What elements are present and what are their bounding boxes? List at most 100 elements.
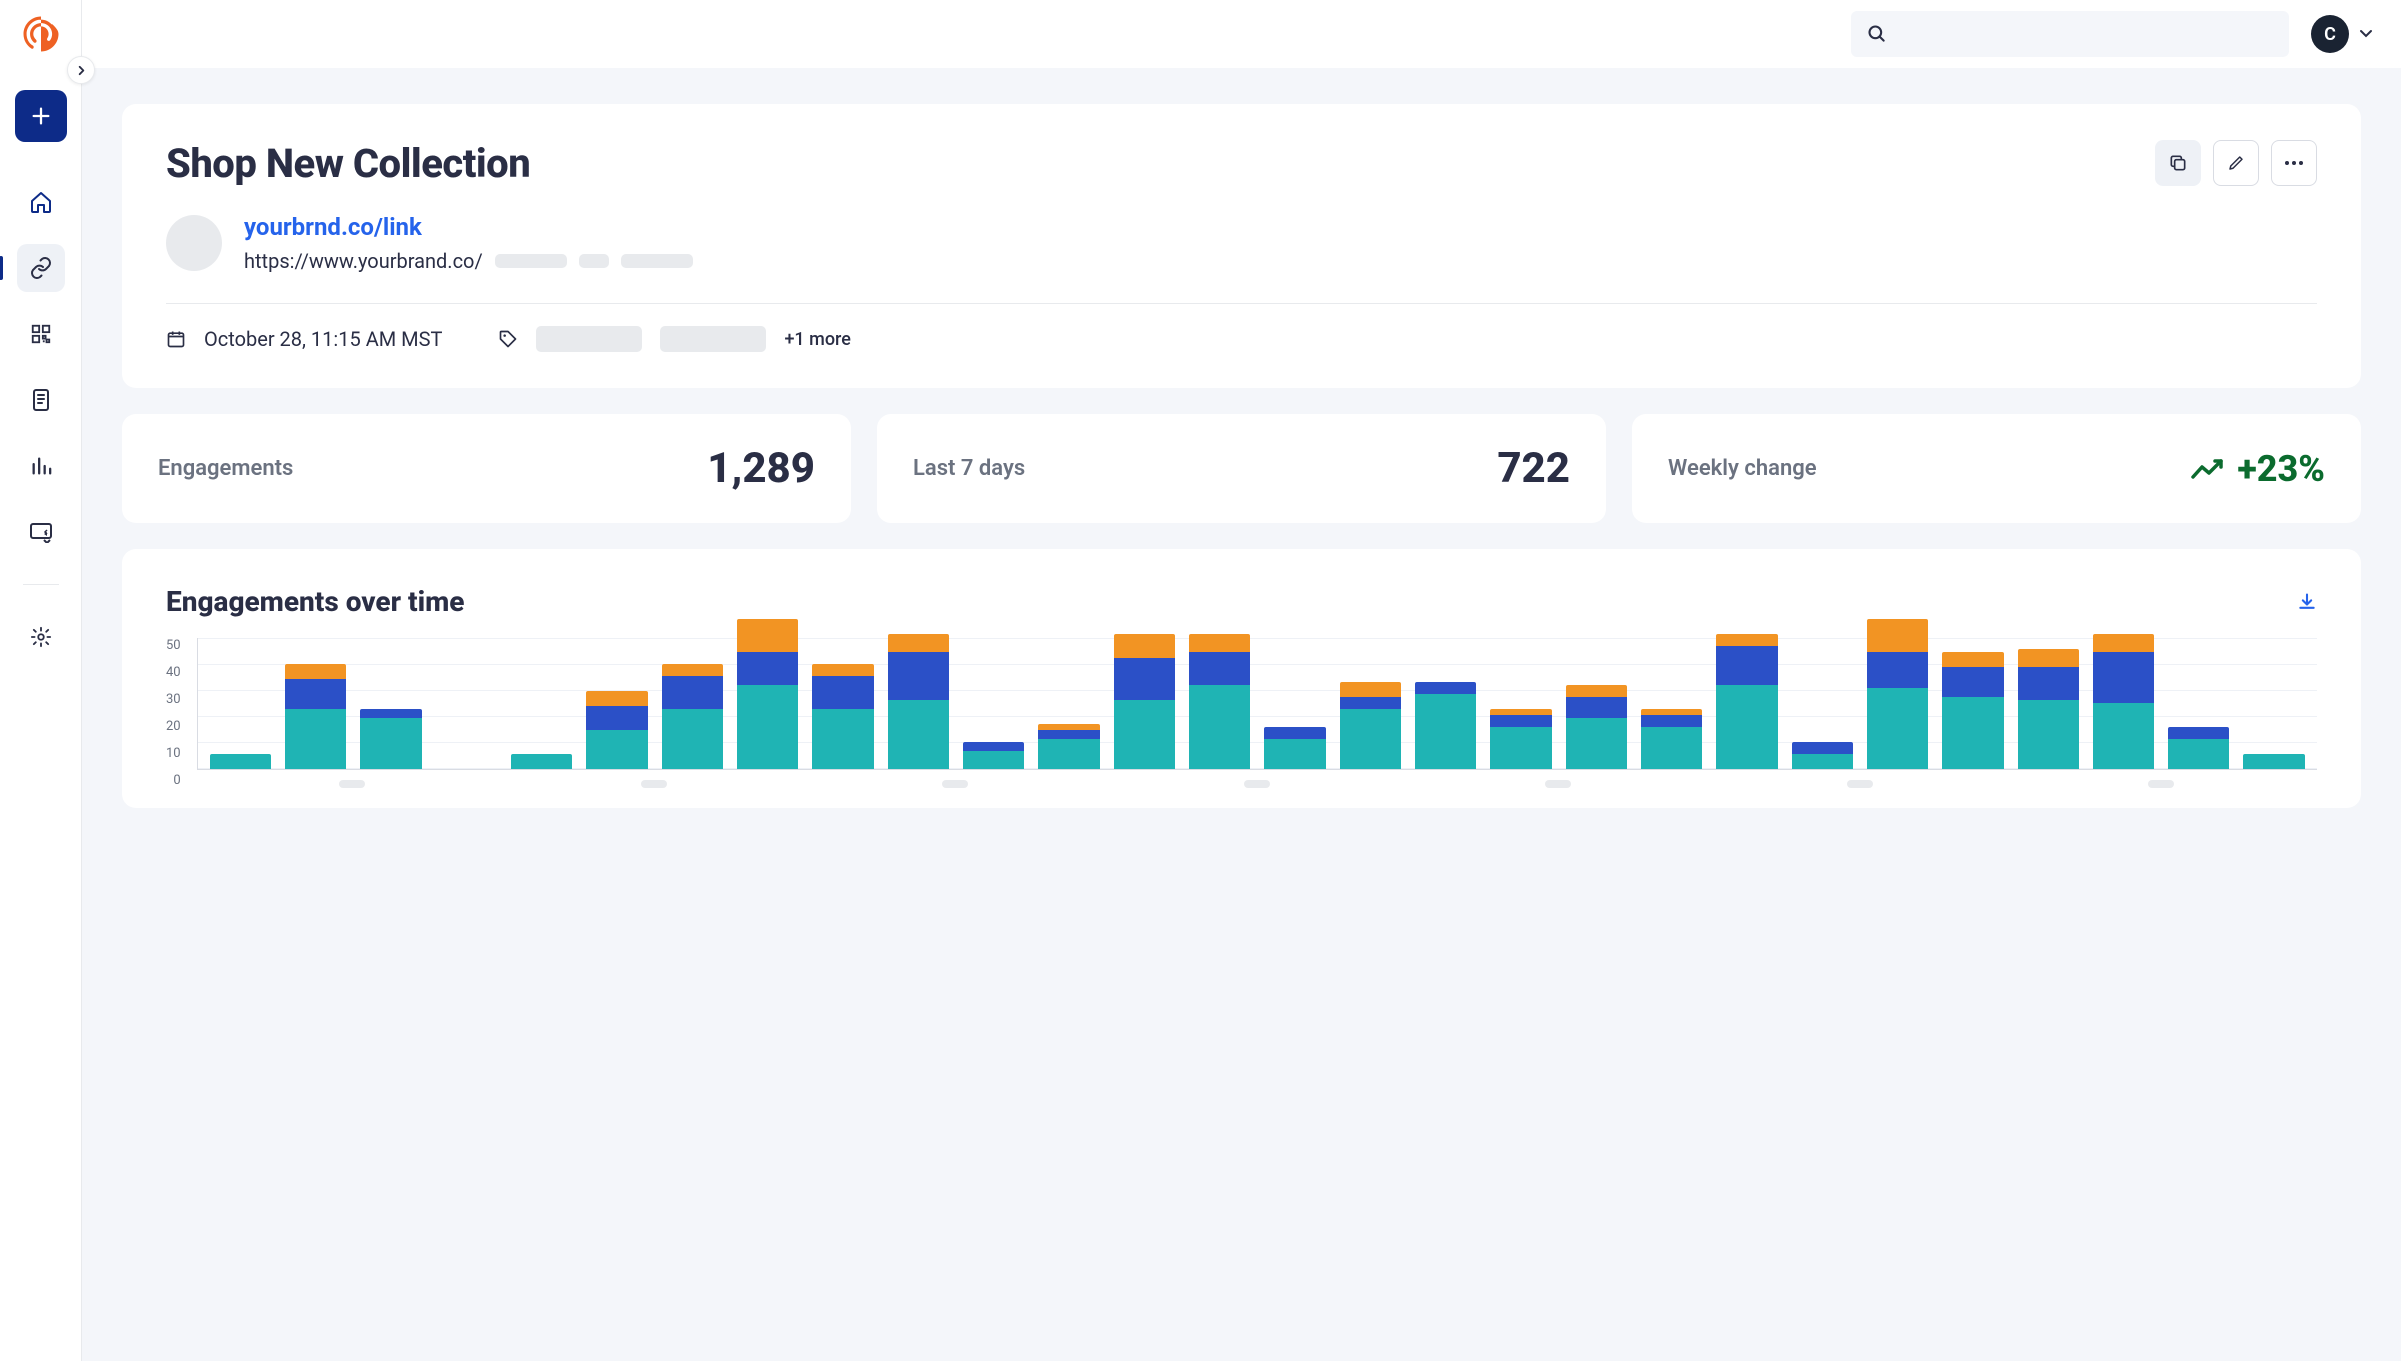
chart-bar[interactable] [1114,634,1175,769]
stat-label: Engagements [158,456,293,481]
chart-bar[interactable] [511,754,572,769]
page-icon [31,388,51,412]
chart-bar[interactable] [737,619,798,769]
chart-bar[interactable] [285,664,346,769]
x-label-placeholder [2148,780,2174,788]
chart-bar[interactable] [1792,742,1853,769]
user-avatar[interactable]: C [2311,15,2349,53]
chart-bar[interactable] [662,664,723,769]
chart-bar[interactable] [1189,634,1250,769]
chart-bar[interactable] [812,664,873,769]
chart-x-axis [197,770,2317,788]
chart-bar[interactable] [2018,649,2079,769]
stat-value: 722 [1497,444,1570,493]
search-icon [1867,24,1887,44]
chart-bar[interactable] [1867,619,1928,769]
more-button[interactable] [2271,140,2317,186]
chart-bar[interactable] [1641,709,1702,769]
stat-label: Last 7 days [913,456,1025,481]
more-tags-button[interactable]: +1 more [784,329,850,350]
short-link[interactable]: yourbrnd.co/link [244,213,693,241]
sidebar [0,0,82,1361]
search-box[interactable] [1851,11,2289,57]
chart-bar[interactable] [888,634,949,769]
chart-bar[interactable] [360,709,421,769]
link-favicon-placeholder [166,215,222,271]
nav-campaigns[interactable] [17,508,65,556]
create-new-button[interactable] [15,90,67,142]
page-title: Shop New Collection [166,140,530,187]
x-label-placeholder [1545,780,1571,788]
chevron-down-icon [2359,29,2373,39]
chart-plot-area [197,638,2317,770]
campaign-icon [29,521,53,543]
more-icon [2284,160,2304,166]
qr-icon [30,323,52,345]
nav-home[interactable] [17,178,65,226]
chart-y-axis: 50403020100 [166,638,187,788]
y-tick: 0 [173,773,180,788]
download-chart-button[interactable] [2297,592,2317,612]
pencil-icon [2227,154,2245,172]
tag-placeholder [536,326,642,352]
calendar-icon [166,329,186,349]
stat-last-7-days: Last 7 days 722 [877,414,1606,523]
chart-bars [198,619,2317,769]
gear-icon [30,626,52,648]
user-menu-toggle[interactable] [2359,29,2373,39]
home-icon [29,190,53,214]
chart-title: Engagements over time [166,585,465,618]
sidebar-expand-toggle[interactable] [67,56,95,84]
url-segment-placeholder [579,254,609,268]
chart-bar[interactable] [210,754,271,769]
url-segment-placeholder [495,254,567,268]
nav-settings[interactable] [17,613,65,661]
chart-bar[interactable] [1415,682,1476,769]
search-input[interactable] [1897,25,2273,43]
nav-separator [23,584,59,585]
x-label-placeholder [1244,780,1270,788]
chart-bar[interactable] [2093,634,2154,769]
topbar: C [82,0,2401,68]
stat-value: +23% [2237,448,2325,490]
chart-bar[interactable] [1490,709,1551,769]
chart-bar[interactable] [1038,724,1099,769]
tag-icon [498,329,518,349]
chart-bar[interactable] [2243,754,2304,769]
chart-bar[interactable] [2168,727,2229,769]
chart-bar[interactable] [1716,634,1777,769]
download-icon [2297,592,2317,612]
trend-up-icon [2191,457,2227,481]
tag-placeholder [660,326,766,352]
long-url: https://www.yourbrand.co/ [244,249,483,273]
y-tick: 20 [166,719,181,734]
nav-pages[interactable] [17,376,65,424]
nav-qr-codes[interactable] [17,310,65,358]
x-label-placeholder [1847,780,1873,788]
x-label-placeholder [641,780,667,788]
copy-button[interactable] [2155,140,2201,186]
chart-bar[interactable] [1264,727,1325,769]
link-detail-card: Shop New Collection [122,104,2361,388]
chart-bar[interactable] [1942,652,2003,769]
stat-label: Weekly change [1668,456,1817,481]
nav-links[interactable] [17,244,65,292]
chart-bar[interactable] [586,691,647,769]
link-icon [29,256,53,280]
copy-icon [2168,153,2188,173]
url-segment-placeholder [621,254,693,268]
chart-bar[interactable] [963,742,1024,769]
created-date: October 28, 11:15 AM MST [204,327,442,351]
stat-weekly-change: Weekly change +23% [1632,414,2361,523]
nav-analytics[interactable] [17,442,65,490]
chart-card: Engagements over time 50403020100 [122,549,2361,808]
y-tick: 10 [166,746,181,761]
bitly-logo [19,12,63,56]
chart-bar[interactable] [1566,685,1627,769]
analytics-icon [30,455,52,477]
edit-button[interactable] [2213,140,2259,186]
stat-engagements: Engagements 1,289 [122,414,851,523]
y-tick: 50 [166,638,181,653]
chart-bar[interactable] [1340,682,1401,769]
x-label-placeholder [942,780,968,788]
